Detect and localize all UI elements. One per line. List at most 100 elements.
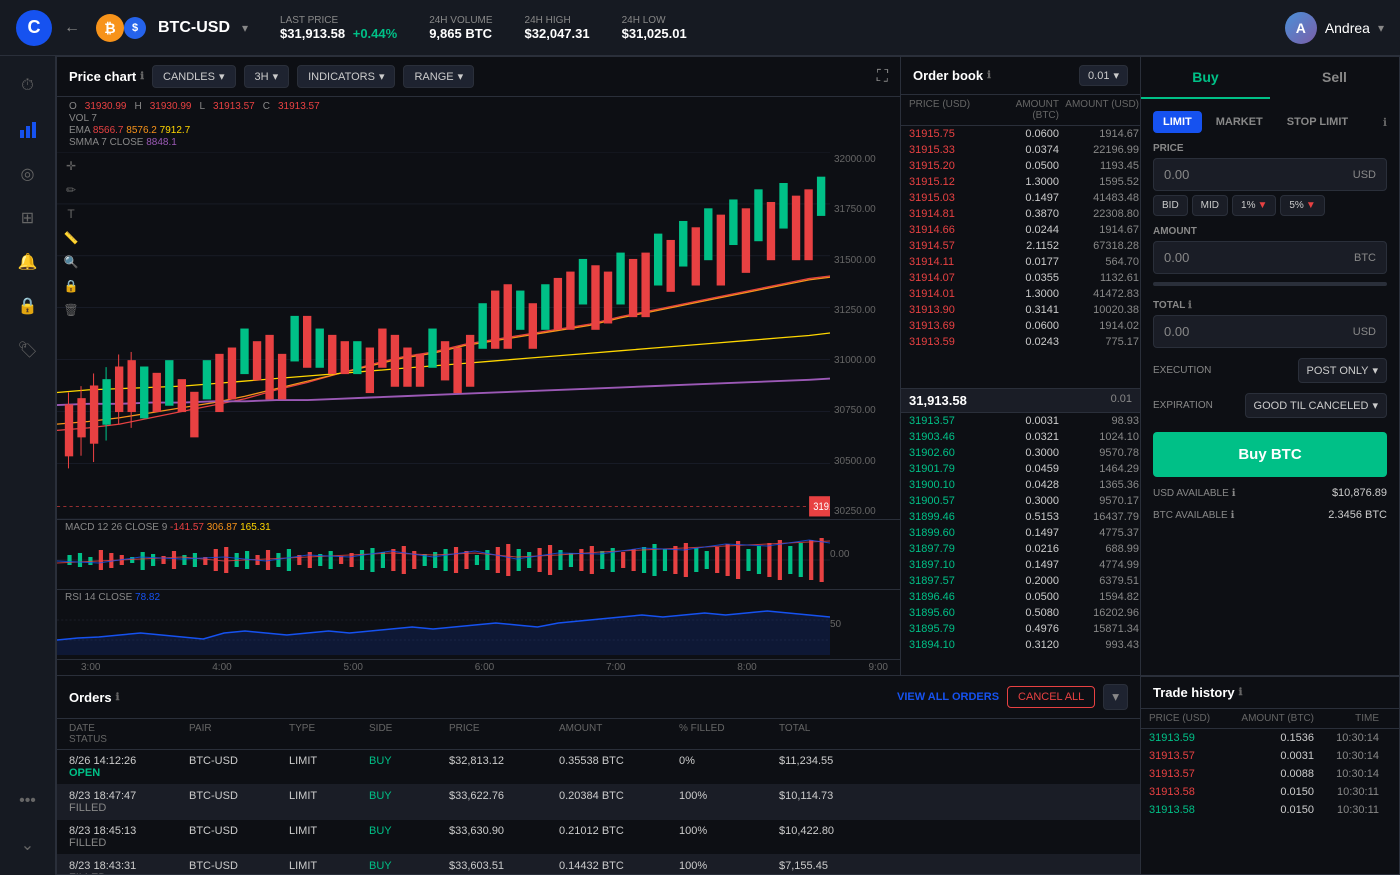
magnet-icon[interactable]: 🔒 [61, 276, 81, 296]
orders-chevron-btn[interactable]: ▾ [1103, 684, 1128, 710]
table-row[interactable]: 31903.460.03211024.10 [901, 429, 1140, 445]
pen-icon[interactable]: ✏ [61, 180, 81, 200]
table-row[interactable]: 31895.790.497615871.34 [901, 621, 1140, 637]
sidebar-item-grid[interactable]: ⊞ [10, 200, 46, 236]
sidebar-item-chevron[interactable]: ⌄ [10, 827, 46, 863]
fullscreen-button[interactable]: ⛶ [877, 68, 888, 86]
table-row[interactable]: 31913.58 0.0150 10:30:11 [1141, 801, 1399, 819]
sidebar-item-bell[interactable]: 🔔 [10, 244, 46, 280]
price-input-value: 0.00 [1164, 167, 1189, 182]
bid-btn[interactable]: BID [1153, 195, 1188, 216]
ohlc-row: O31930.99 H31930.99 L31913.57 C31913.57 [69, 101, 888, 112]
sell-tab[interactable]: Sell [1270, 57, 1399, 99]
table-row[interactable]: 8/23 18:45:13 BTC-USD LIMIT BUY $33,630.… [57, 820, 1140, 855]
ob-info-icon[interactable]: ℹ [987, 70, 991, 81]
table-row[interactable]: 31915.121.30001595.52 [901, 174, 1140, 190]
price-input[interactable]: 0.00 USD [1153, 158, 1387, 191]
buy-tab[interactable]: Buy [1141, 57, 1270, 99]
table-row[interactable]: 31894.100.3120993.43 [901, 637, 1140, 653]
ruler-icon[interactable]: 📏 [61, 228, 81, 248]
range-button[interactable]: RANGE ▾ [403, 65, 474, 88]
market-order-btn[interactable]: MARKET [1206, 111, 1273, 133]
pct5-btn[interactable]: 5% ▼ [1280, 195, 1324, 216]
btc-info-icon[interactable]: ℹ [1231, 510, 1235, 521]
table-row[interactable]: 31915.030.149741483.48 [901, 190, 1140, 206]
table-row[interactable]: 31913.57 0.0088 10:30:14 [1141, 765, 1399, 783]
back-button[interactable]: ← [64, 19, 80, 37]
table-row[interactable]: 31913.900.314110020.38 [901, 302, 1140, 318]
total-info-icon[interactable]: ℹ [1188, 300, 1192, 311]
table-row[interactable]: 31913.570.003198.93 [901, 413, 1140, 429]
orders-info-icon[interactable]: ℹ [116, 692, 120, 703]
crosshair-icon[interactable]: ✛ [61, 156, 81, 176]
table-row[interactable]: 31895.600.508016202.96 [901, 605, 1140, 621]
amount-field-label: AMOUNT [1153, 226, 1387, 237]
table-row[interactable]: 31914.572.115267318.28 [901, 238, 1140, 254]
table-row[interactable]: 31913.590.0243775.17 [901, 334, 1140, 350]
table-row[interactable]: 31897.100.14974774.99 [901, 557, 1140, 573]
amount-slider[interactable] [1153, 282, 1387, 286]
user-chevron-icon[interactable]: ▾ [1378, 21, 1384, 35]
pair-name[interactable]: BTC-USD [158, 19, 230, 37]
usd-info-icon[interactable]: ℹ [1232, 488, 1236, 499]
pct1-btn[interactable]: 1% ▼ [1232, 195, 1276, 216]
table-row[interactable]: 31915.200.05001193.45 [901, 158, 1140, 174]
table-row[interactable]: 31913.57 0.0031 10:30:14 [1141, 747, 1399, 765]
chart-info-icon[interactable]: ℹ [140, 71, 144, 82]
buy-btc-button[interactable]: Buy BTC [1153, 432, 1387, 477]
table-row[interactable]: 31900.100.04281365.36 [901, 477, 1140, 493]
amount-input[interactable]: 0.00 BTC [1153, 241, 1387, 274]
sidebar-item-ellipsis[interactable]: ••• [10, 783, 46, 819]
sidebar-item-clock[interactable]: ⏱ [10, 68, 46, 104]
table-row[interactable]: 31915.750.06001914.67 [901, 126, 1140, 142]
table-row[interactable]: 31913.59 0.1536 10:30:14 [1141, 729, 1399, 747]
sidebar-item-chart[interactable] [10, 112, 46, 148]
sidebar-item-dot[interactable]: ◎ [10, 156, 46, 192]
cancel-all-btn[interactable]: CANCEL ALL [1007, 686, 1095, 708]
table-row[interactable]: 31914.070.03551132.61 [901, 270, 1140, 286]
mid-btn[interactable]: MID [1192, 195, 1228, 216]
table-row[interactable]: 31915.330.037422196.99 [901, 142, 1140, 158]
table-row[interactable]: 31914.110.0177564.70 [901, 254, 1140, 270]
total-field-label: TOTAL ℹ [1153, 300, 1387, 311]
top-header: C ← ₿ $ BTC-USD ▾ LAST PRICE $31,913.58 … [0, 0, 1400, 56]
zoom-icon[interactable]: 🔍 [61, 252, 81, 272]
last-price-value: $31,913.58 +0.44% [280, 26, 397, 41]
indicators-button[interactable]: INDICATORS ▾ [297, 65, 395, 88]
table-row[interactable]: 31914.660.02441914.67 [901, 222, 1140, 238]
total-input[interactable]: 0.00 USD [1153, 315, 1387, 348]
table-row[interactable]: 31913.58 0.0150 10:30:11 [1141, 783, 1399, 801]
table-row[interactable]: 8/23 18:47:47 BTC-USD LIMIT BUY $33,622.… [57, 785, 1140, 820]
table-row[interactable]: 31902.600.30009570.78 [901, 445, 1140, 461]
table-row[interactable]: 8/23 18:43:31 BTC-USD LIMIT BUY $33,603.… [57, 855, 1140, 874]
table-row[interactable]: 31900.570.30009570.17 [901, 493, 1140, 509]
interval-button[interactable]: 3H ▾ [244, 65, 290, 88]
view-all-orders-btn[interactable]: VIEW ALL ORDERS [897, 691, 999, 703]
trash-icon[interactable]: 🗑 [61, 300, 81, 320]
table-row[interactable]: 31899.600.14974775.37 [901, 525, 1140, 541]
expiration-select[interactable]: GOOD TIL CANCELED ▾ [1245, 393, 1387, 418]
limit-order-btn[interactable]: LIMIT [1153, 111, 1202, 133]
table-row[interactable]: 31913.690.06001914.02 [901, 318, 1140, 334]
table-row[interactable]: 31899.460.515316437.79 [901, 509, 1140, 525]
stop-limit-btn[interactable]: STOP LIMIT [1277, 111, 1358, 133]
y-axis-labels: 32000.00 31750.00 31500.00 31250.00 3100… [830, 152, 900, 519]
ob-precision-select[interactable]: 0.01 ▾ [1079, 65, 1128, 86]
table-row[interactable]: 31897.790.0216688.99 [901, 541, 1140, 557]
user-name[interactable]: Andrea [1325, 20, 1370, 36]
table-row[interactable]: 31901.790.04591464.29 [901, 461, 1140, 477]
table-row[interactable]: 31897.570.20006379.51 [901, 573, 1140, 589]
trade-history-info-icon[interactable]: ℹ [1239, 687, 1243, 698]
table-row[interactable]: 31896.460.05001594.82 [901, 589, 1140, 605]
sidebar-item-tag[interactable]: 🏷 [10, 332, 46, 368]
text-icon[interactable]: T [61, 204, 81, 224]
candles-button[interactable]: CANDLES ▾ [152, 65, 236, 88]
order-type-help-icon[interactable]: ℹ [1383, 116, 1387, 129]
table-row[interactable]: 8/26 14:12:26 BTC-USD LIMIT BUY $32,813.… [57, 750, 1140, 785]
pair-chevron-icon[interactable]: ▾ [242, 21, 248, 35]
table-row[interactable]: 31914.810.387022308.80 [901, 206, 1140, 222]
sidebar-item-lock[interactable]: 🔒 [10, 288, 46, 324]
execution-select[interactable]: POST ONLY ▾ [1298, 358, 1387, 383]
chart-canvas-area[interactable]: 31913.58 ✛ ✏ T 📏 🔍 🔒 🗑 [57, 152, 830, 519]
table-row[interactable]: 31914.011.300041472.83 [901, 286, 1140, 302]
